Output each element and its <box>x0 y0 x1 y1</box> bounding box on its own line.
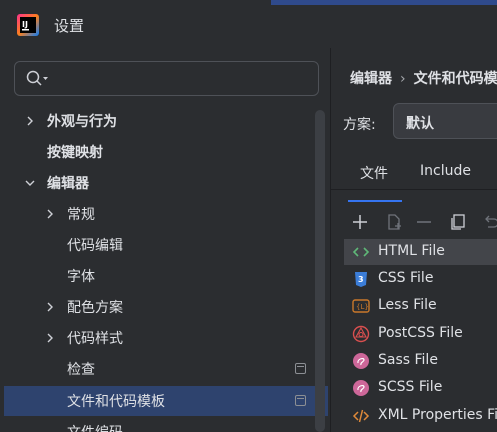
template-item-scss[interactable]: SCSS File <box>344 375 497 401</box>
postcss-icon <box>352 325 370 343</box>
templates-toolbar <box>344 208 497 236</box>
breadcrumb-current: 文件和代码模板 <box>413 71 497 87</box>
chevron-right-icon[interactable] <box>44 332 56 344</box>
tree-item-label: 外观与行为 <box>47 114 117 130</box>
chevron-down-icon[interactable] <box>24 177 36 189</box>
tree-item-label: 按键映射 <box>47 145 103 161</box>
tree-item-label: 代码样式 <box>67 331 123 347</box>
tree-item-appearance[interactable]: 外观与行为 <box>4 106 328 136</box>
svg-text:IJ: IJ <box>22 20 28 29</box>
scheme-dropdown[interactable]: 默认 <box>393 103 497 139</box>
template-item-label: SCSS File <box>378 379 443 395</box>
tree-item-file-templates[interactable]: 文件和代码模板 <box>4 386 328 416</box>
template-item-xml-properties[interactable]: XML Properties File <box>344 403 497 429</box>
svg-text:{L}: {L} <box>356 303 369 311</box>
scheme-label: 方案: <box>343 117 376 133</box>
tree-item-label: 常规 <box>67 207 95 223</box>
breadcrumb-parent[interactable]: 编辑器 <box>350 71 392 87</box>
template-item-label: Less File <box>378 297 437 313</box>
svg-text:3: 3 <box>358 275 364 284</box>
tree-item-inspections[interactable]: 检查 <box>4 354 328 384</box>
tree-item-general[interactable]: 常规 <box>4 199 328 229</box>
template-item-postcss[interactable]: PostCSS File <box>344 321 497 347</box>
remove-icon[interactable] <box>414 212 434 232</box>
tree-item-code-editing[interactable]: 代码编辑 <box>4 230 328 260</box>
settings-search-input[interactable] <box>55 66 310 92</box>
html-icon <box>352 247 370 257</box>
breadcrumb: 编辑器 › 文件和代码模板 <box>350 68 497 88</box>
tree-item-label: 编辑器 <box>47 176 89 192</box>
copy-file-icon[interactable] <box>384 212 404 232</box>
reset-icon[interactable] <box>480 212 497 232</box>
chevron-right-icon[interactable] <box>44 301 56 313</box>
sass-icon <box>353 353 369 369</box>
template-item-html[interactable]: HTML File <box>344 239 497 265</box>
template-item-label: PostCSS File <box>378 325 463 341</box>
template-item-label: CSS File <box>378 270 434 286</box>
tree-item-label: 代码编辑 <box>67 238 123 254</box>
tree-item-editor[interactable]: 编辑器 <box>4 168 328 198</box>
tree-item-label: 检查 <box>67 362 95 378</box>
settings-content: 编辑器›文件和代码模板 方案: 默认 文件 Include HTML F <box>331 48 497 432</box>
template-item-label: XML Properties File <box>378 407 497 423</box>
template-item-css[interactable]: 3 CSS File <box>344 266 497 292</box>
tree-item-keymap[interactable]: 按键映射 <box>4 137 328 167</box>
less-icon: {L} <box>352 299 370 313</box>
xml-icon <box>352 409 370 423</box>
template-item-less[interactable]: {L} Less File <box>344 293 497 319</box>
scss-icon <box>353 380 369 396</box>
template-file-list: HTML File 3 CSS File {L} Less File PostC… <box>344 239 497 432</box>
title-bar: IJ 设置 <box>0 0 497 48</box>
window-accent-strip <box>271 0 497 5</box>
chevron-right-icon[interactable] <box>24 115 36 127</box>
app-logo-icon: IJ <box>17 14 39 36</box>
search-icon[interactable] <box>25 69 49 89</box>
tree-item-label: 字体 <box>67 269 95 285</box>
tree-item-label: 文件和代码模板 <box>67 394 165 410</box>
duplicate-icon[interactable] <box>448 212 468 232</box>
template-item-label: Sass File <box>378 352 438 368</box>
template-item-sass[interactable]: Sass File <box>344 348 497 374</box>
tree-item-code-style[interactable]: 代码样式 <box>4 323 328 353</box>
tree-item-file-encodings[interactable]: 文件编码 <box>4 417 328 432</box>
tree-item-font[interactable]: 字体 <box>4 261 328 291</box>
breadcrumb-separator: › <box>400 71 406 87</box>
sidebar-scrollbar[interactable] <box>315 110 325 432</box>
tree-item-color-scheme[interactable]: 配色方案 <box>4 292 328 322</box>
settings-search-box[interactable] <box>14 61 319 96</box>
chevron-right-icon[interactable] <box>44 208 56 220</box>
css-icon: 3 <box>355 272 367 287</box>
tree-item-label: 配色方案 <box>67 300 123 316</box>
tabs-underline <box>331 189 497 190</box>
window-title: 设置 <box>54 17 85 35</box>
template-item-label: HTML File <box>378 243 445 259</box>
project-level-icon <box>295 395 306 406</box>
project-level-icon <box>295 363 306 374</box>
scheme-dropdown-value: 默认 <box>406 116 434 132</box>
add-icon[interactable] <box>350 212 370 232</box>
settings-sidebar: 外观与行为 按键映射 编辑器 常规 代码编辑 字体 配色方案 代码样式 检查 文… <box>0 48 330 432</box>
tree-item-label: 文件编码 <box>67 422 123 432</box>
